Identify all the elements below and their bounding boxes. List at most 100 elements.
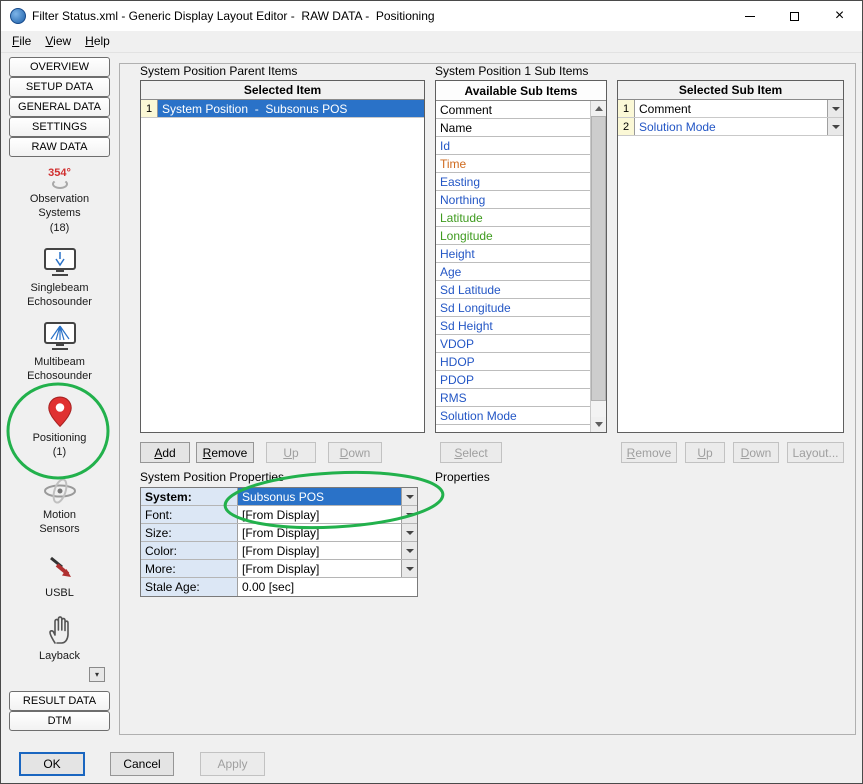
available-sub-item[interactable]: Latitude xyxy=(436,209,590,227)
available-sub-item[interactable]: RMS xyxy=(436,389,590,407)
size-label: Size: xyxy=(141,524,238,541)
select-button[interactable]: Select xyxy=(440,442,502,463)
selected-sub-item-row[interactable]: 2 Solution Mode xyxy=(618,118,843,136)
sidebar-item-dtm[interactable]: DTM xyxy=(9,711,110,731)
generic-display-layout-editor-window: Filter Status.xml - Generic Display Layo… xyxy=(0,0,863,784)
available-sub-item[interactable]: VDOP xyxy=(436,335,590,353)
available-sub-item[interactable]: Comment xyxy=(436,101,590,119)
sub-item-dropdown-icon[interactable] xyxy=(827,100,843,117)
down-button[interactable]: Down xyxy=(328,442,382,463)
apply-button[interactable]: Apply xyxy=(200,752,265,776)
sub-down-button[interactable]: Down xyxy=(733,442,779,463)
property-row-system: System: Subsonus POS xyxy=(141,488,417,506)
sidebar-item-usbl[interactable]: USBL xyxy=(9,553,110,600)
singlebeam-echosounder-icon xyxy=(9,248,110,278)
sidebar-item-raw-data[interactable]: RAW DATA xyxy=(9,137,110,157)
sidebar-item-general-data[interactable]: GENERAL DATA xyxy=(9,97,110,117)
font-dropdown-icon[interactable] xyxy=(401,506,417,523)
menu-help[interactable]: Help xyxy=(78,31,117,52)
scrollbar-thumb[interactable] xyxy=(591,116,606,401)
available-sub-item[interactable]: Id xyxy=(436,137,590,155)
available-sub-items-header: Available Sub Items xyxy=(436,81,606,101)
stale-age-label: Stale Age: xyxy=(141,578,238,596)
selected-sub-item-row[interactable]: 1 Comment xyxy=(618,100,843,118)
property-row-font: Font: [From Display] xyxy=(141,506,417,524)
color-value[interactable]: [From Display] xyxy=(238,542,401,559)
font-label: Font: xyxy=(141,506,238,523)
more-dropdown-icon[interactable] xyxy=(401,560,417,577)
parent-items-table: Selected Item 1 System Position - Subson… xyxy=(140,80,425,433)
maximize-icon xyxy=(790,12,799,21)
usbl-icon xyxy=(9,553,110,583)
layback-hand-icon xyxy=(9,614,110,646)
close-icon xyxy=(835,8,844,24)
available-sub-item[interactable]: Sd Latitude xyxy=(436,281,590,299)
scrollbar-up-icon[interactable] xyxy=(591,101,606,116)
more-label: More: xyxy=(141,560,238,577)
maximize-button[interactable] xyxy=(772,1,817,31)
sidebar-item-layback[interactable]: Layback xyxy=(9,614,110,663)
menu-bar: File View Help xyxy=(1,31,862,53)
size-dropdown-icon[interactable] xyxy=(401,524,417,541)
menu-file[interactable]: File xyxy=(5,31,38,52)
window-controls xyxy=(727,1,862,31)
scrollbar-down-icon[interactable] xyxy=(591,417,606,432)
cancel-button[interactable]: Cancel xyxy=(110,752,174,776)
ok-button[interactable]: OK xyxy=(19,752,85,776)
parent-item-label[interactable]: System Position - Subsonus POS xyxy=(158,100,424,117)
sidebar-item-result-data[interactable]: RESULT DATA xyxy=(9,691,110,711)
motion-sensors-icon xyxy=(9,477,110,505)
app-icon xyxy=(10,8,26,24)
available-sub-items-scrollbar[interactable] xyxy=(590,101,606,432)
up-button[interactable]: Up xyxy=(266,442,316,463)
sidebar-scroll-button[interactable] xyxy=(89,667,105,682)
menu-view[interactable]: View xyxy=(38,31,78,52)
sidebar-item-multibeam-echosounder[interactable]: Multibeam Echosounder xyxy=(9,322,110,384)
parent-items-section-title: System Position Parent Items xyxy=(140,64,297,78)
color-dropdown-icon[interactable] xyxy=(401,542,417,559)
available-sub-item[interactable]: Time xyxy=(436,155,590,173)
available-sub-item[interactable]: Northing xyxy=(436,191,590,209)
sidebar-item-setup-data[interactable]: SETUP DATA xyxy=(9,77,110,97)
selected-sub-item-label[interactable]: Solution Mode xyxy=(635,118,827,135)
sidebar-item-observation-systems[interactable]: 354° Observation Systems (18) xyxy=(9,167,110,235)
system-dropdown-icon[interactable] xyxy=(401,488,417,505)
sidebar-item-motion-sensors[interactable]: Motion Sensors xyxy=(9,477,110,537)
more-value[interactable]: [From Display] xyxy=(238,560,401,577)
available-sub-item[interactable]: Solution Mode xyxy=(436,407,590,425)
sidebar-item-positioning[interactable]: Positioning (1) xyxy=(9,396,110,460)
available-sub-item[interactable]: Sd Longitude xyxy=(436,299,590,317)
minimize-button[interactable] xyxy=(727,1,772,31)
sidebar-item-overview[interactable]: OVERVIEW xyxy=(9,57,110,77)
parent-items-header: Selected Item xyxy=(141,81,424,100)
available-sub-item[interactable]: Easting xyxy=(436,173,590,191)
font-value[interactable]: [From Display] xyxy=(238,506,401,523)
sub-remove-button[interactable]: Remove xyxy=(621,442,677,463)
size-value[interactable]: [From Display] xyxy=(238,524,401,541)
close-button[interactable] xyxy=(817,1,862,31)
available-sub-item[interactable]: HDOP xyxy=(436,353,590,371)
sub-item-dropdown-icon[interactable] xyxy=(827,118,843,135)
system-value[interactable]: Subsonus POS xyxy=(238,488,401,505)
available-sub-items-panel: Available Sub Items Comment Name Id Time… xyxy=(435,80,607,433)
property-row-more: More: [From Display] xyxy=(141,560,417,578)
available-sub-item[interactable]: Height xyxy=(436,245,590,263)
minimize-icon xyxy=(745,16,755,17)
row-number: 2 xyxy=(618,118,635,135)
remove-button[interactable]: Remove xyxy=(196,442,254,463)
parent-item-row[interactable]: 1 System Position - Subsonus POS xyxy=(141,100,424,118)
sidebar-item-settings[interactable]: SETTINGS xyxy=(9,117,110,137)
sidebar-item-singlebeam-echosounder[interactable]: Singlebeam Echosounder xyxy=(9,248,110,310)
available-sub-item[interactable]: Age xyxy=(436,263,590,281)
available-sub-item[interactable]: Longitude xyxy=(436,227,590,245)
stale-age-value[interactable]: 0.00 [sec] xyxy=(238,578,417,596)
available-sub-item[interactable]: Sd Height xyxy=(436,317,590,335)
system-position-properties-table: System: Subsonus POS Font: [From Display… xyxy=(140,487,418,597)
sub-up-button[interactable]: Up xyxy=(685,442,725,463)
available-sub-item[interactable]: Name xyxy=(436,119,590,137)
row-number: 1 xyxy=(618,100,635,117)
layout-button[interactable]: Layout... xyxy=(787,442,844,463)
add-button[interactable]: Add xyxy=(140,442,190,463)
available-sub-item[interactable]: PDOP xyxy=(436,371,590,389)
selected-sub-item-label[interactable]: Comment xyxy=(635,100,827,117)
